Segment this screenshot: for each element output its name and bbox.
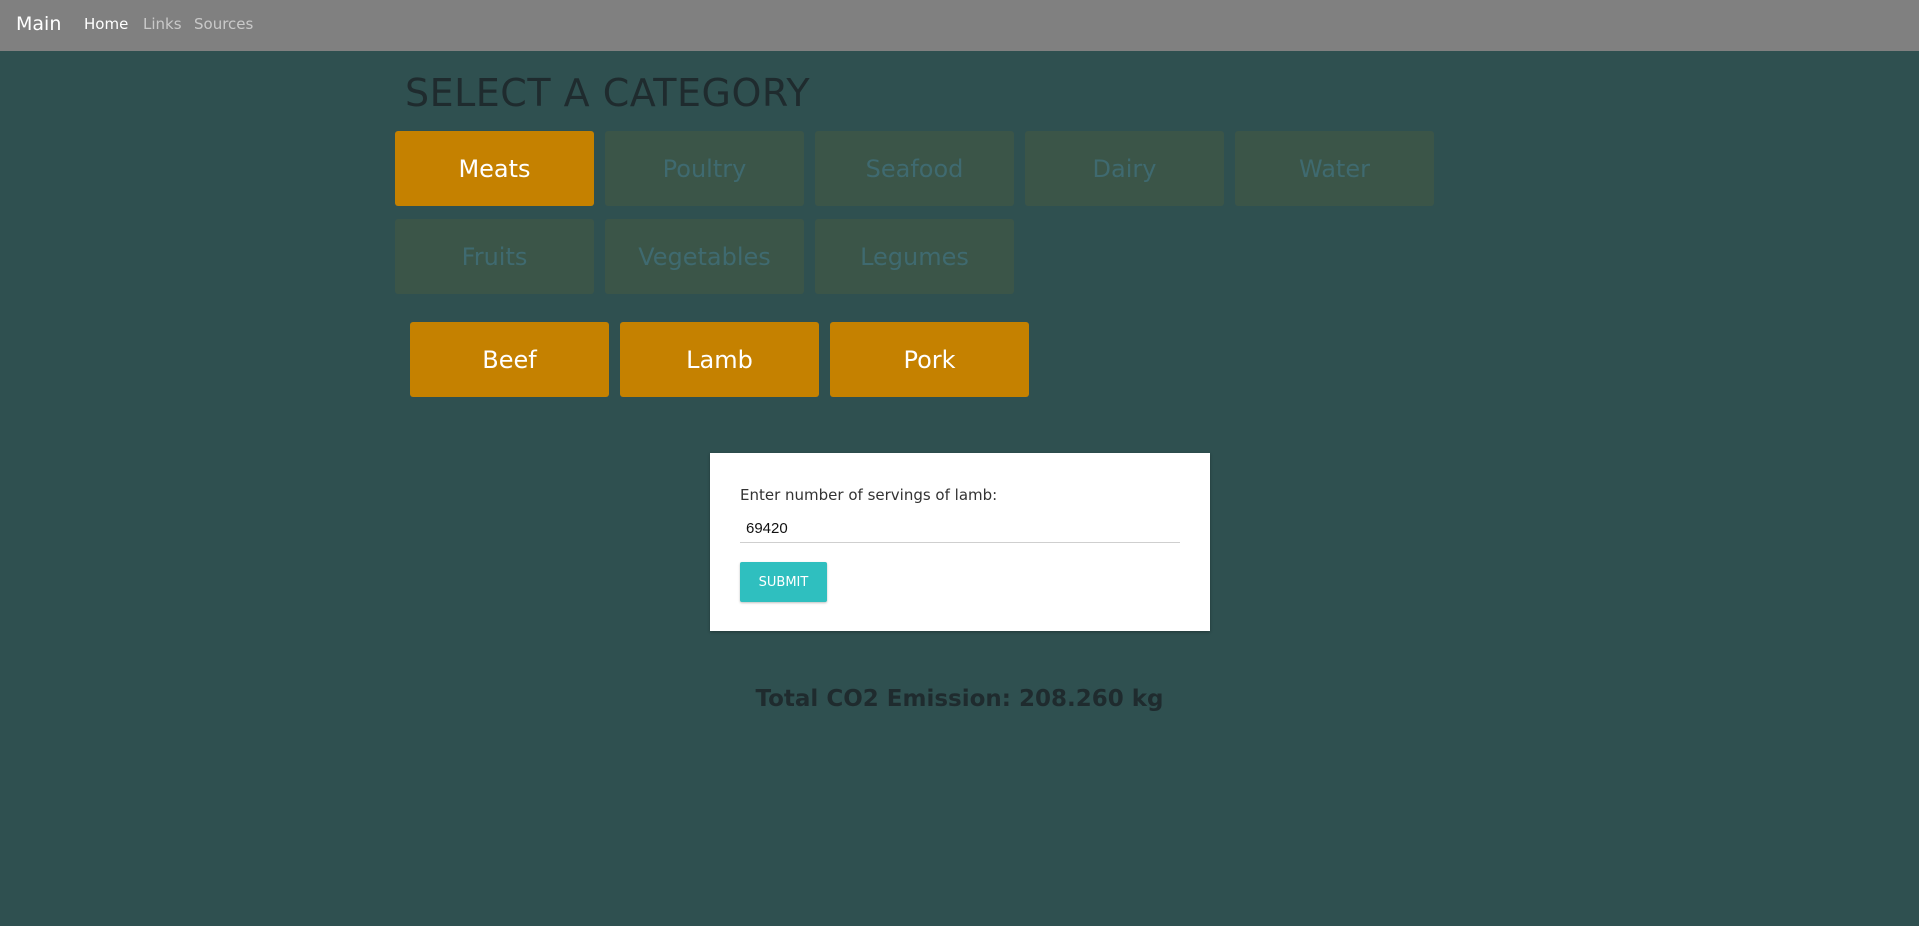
servings-label: Enter number of servings of lamb: xyxy=(740,486,998,504)
submit-button[interactable]: SUBMIT xyxy=(740,562,827,602)
subcategory-lamb-button[interactable]: Lamb xyxy=(620,322,819,397)
nav-link-links[interactable]: Links xyxy=(143,15,182,33)
category-poultry-button[interactable]: Poultry xyxy=(605,131,804,206)
brand-link[interactable]: Main xyxy=(16,13,61,35)
category-meats-button[interactable]: Meats xyxy=(395,131,594,206)
navbar: Main Home Links Sources xyxy=(0,0,1919,51)
category-legumes-button[interactable]: Legumes xyxy=(815,219,1014,294)
category-seafood-button[interactable]: Seafood xyxy=(815,131,1014,206)
total-emission-text: Total CO2 Emission: 208.260 kg xyxy=(755,686,1164,712)
category-water-button[interactable]: Water xyxy=(1235,131,1434,206)
category-fruits-button[interactable]: Fruits xyxy=(395,219,594,294)
page-title: SELECT A CATEGORY xyxy=(405,71,811,115)
subcategory-pork-button[interactable]: Pork xyxy=(830,322,1029,397)
subcategory-beef-button[interactable]: Beef xyxy=(410,322,609,397)
servings-form-card: Enter number of servings of lamb: SUBMIT xyxy=(710,453,1210,631)
nav-link-home[interactable]: Home xyxy=(84,15,128,33)
category-vegetables-button[interactable]: Vegetables xyxy=(605,219,804,294)
servings-input[interactable] xyxy=(740,515,1180,543)
nav-link-sources[interactable]: Sources xyxy=(194,15,253,33)
category-dairy-button[interactable]: Dairy xyxy=(1025,131,1224,206)
